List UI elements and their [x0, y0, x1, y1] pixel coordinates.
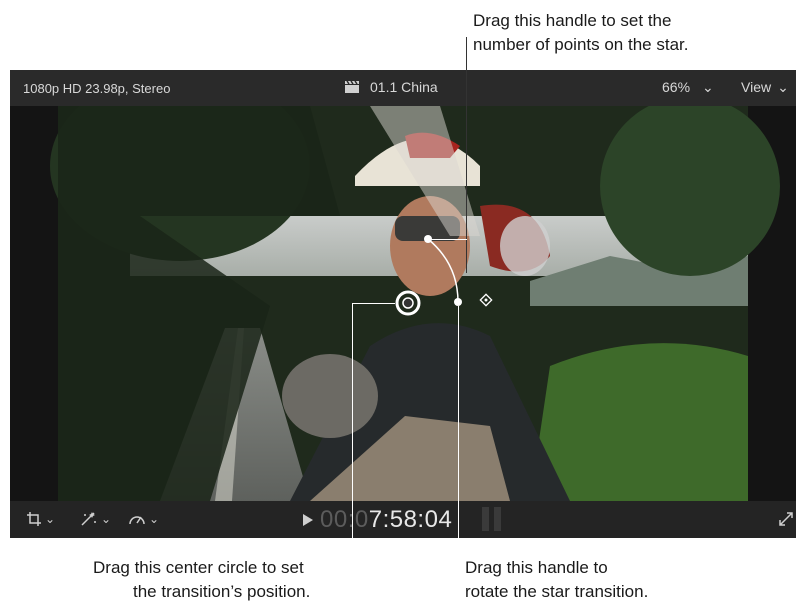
viewer-window: 1080p HD 23.98p, Stereo 01.1 China 66% ⌄… — [10, 70, 796, 538]
transform-icon — [81, 512, 96, 526]
leader-line-top-horizontal — [428, 239, 467, 240]
clip-title: 01.1 China — [344, 79, 438, 95]
callout-center-circle-line2: the transition’s position. — [133, 582, 311, 601]
leader-line-right-vertical — [458, 306, 459, 568]
callout-rotate-line2: rotate the star transition. — [465, 582, 649, 601]
callout-center-circle-line1: Drag this center circle to set — [93, 558, 304, 577]
chevron-down-icon: ⌄ — [45, 512, 56, 526]
viewer-bottom-bar: ⌄ ⌄ ⌄ 00:07:58:04 — [10, 501, 796, 538]
timecode-leading: 00:0 — [320, 506, 369, 533]
view-label: View — [741, 79, 772, 95]
callout-star-points-line2: number of points on the star. — [473, 35, 689, 54]
fullscreen-icon[interactable] — [778, 511, 794, 527]
chevron-down-icon: ⌄ — [777, 79, 789, 95]
format-label: 1080p HD 23.98p, Stereo — [23, 81, 171, 96]
chevron-down-icon: ⌄ — [149, 512, 160, 526]
crop-menu[interactable]: ⌄ — [26, 511, 55, 527]
pause-indicator-icon — [482, 507, 501, 531]
video-frame — [10, 71, 796, 501]
chevron-down-icon: ⌄ — [702, 79, 714, 95]
zoom-level: 66% — [662, 79, 691, 95]
crop-icon — [27, 512, 41, 526]
video-canvas[interactable] — [10, 71, 796, 501]
chevron-down-icon: ⌄ — [101, 512, 112, 526]
callout-star-points-line1: Drag this handle to set the — [473, 11, 672, 30]
rotation-handle — [454, 298, 462, 306]
play-icon[interactable] — [302, 514, 314, 526]
leader-line-top-vertical — [466, 37, 467, 273]
zoom-menu[interactable]: 66% ⌄ — [662, 79, 714, 96]
clip-name: 01.1 China — [370, 79, 438, 95]
leader-line-left-vertical — [352, 303, 353, 569]
clapperboard-icon — [345, 80, 359, 93]
speed-menu[interactable]: ⌄ — [128, 511, 159, 527]
timecode-display[interactable]: 00:07:58:04 — [320, 506, 452, 534]
transform-menu[interactable]: ⌄ — [80, 511, 111, 527]
timecode-value: 7:58:04 — [368, 506, 453, 533]
viewer-top-bar: 1080p HD 23.98p, Stereo 01.1 China 66% ⌄… — [10, 70, 796, 106]
callout-rotate-line1: Drag this handle to — [465, 558, 608, 577]
view-menu[interactable]: View ⌄ — [741, 79, 789, 96]
leader-line-left-horizontal — [352, 303, 395, 304]
speed-icon — [129, 516, 145, 525]
